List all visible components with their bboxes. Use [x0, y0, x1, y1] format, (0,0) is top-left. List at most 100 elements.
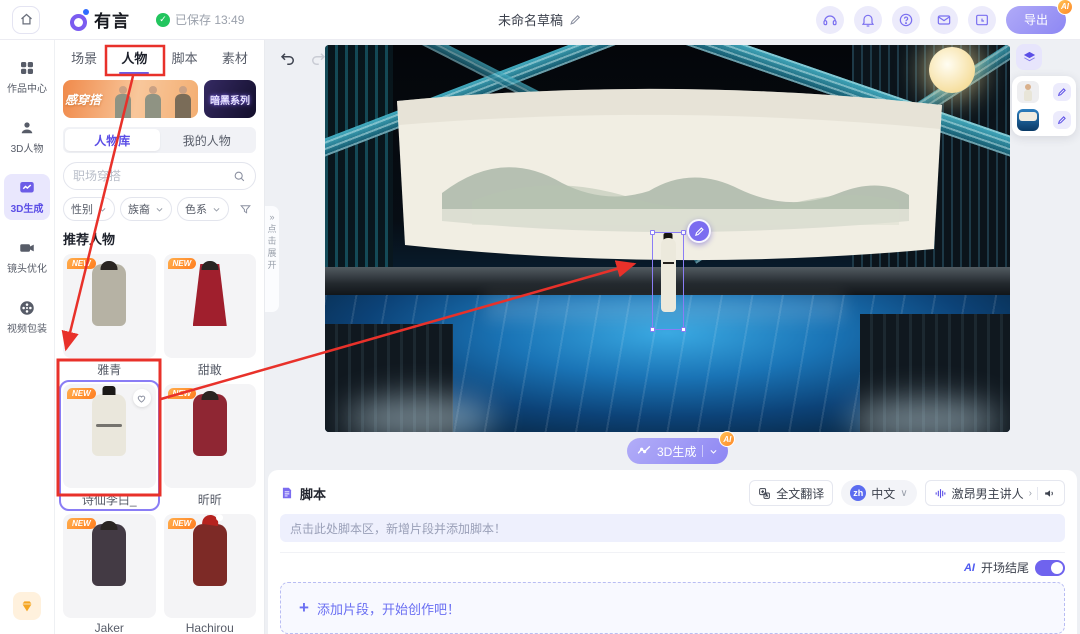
expand-label: 点击展开: [266, 224, 279, 272]
chevron-down-icon: [212, 205, 221, 214]
home-icon: [19, 12, 34, 27]
tab-material[interactable]: 素材: [220, 41, 250, 74]
messages-button[interactable]: [930, 6, 958, 34]
layers-icon: [1022, 50, 1037, 65]
recommended-characters-title: 推荐人物: [63, 229, 256, 248]
membership-gem-button[interactable]: [13, 592, 41, 620]
chevron-right-icon: ›: [1029, 488, 1032, 499]
sidebar-item-3d-generate[interactable]: 3D生成: [4, 174, 50, 220]
search-input[interactable]: [73, 169, 227, 183]
tab-script[interactable]: 脚本: [170, 41, 200, 74]
sidebar-item-label: 3D人物: [11, 140, 44, 155]
banner-outfit-label: 感穿搭: [65, 91, 101, 108]
character-name: 雅青: [63, 361, 156, 377]
layers-button[interactable]: [1016, 44, 1042, 70]
voice-label: 激昂男主讲人: [952, 485, 1024, 502]
character-selection-box[interactable]: [652, 232, 684, 330]
voice-selector[interactable]: 激昂男主讲人 ›: [925, 480, 1065, 506]
character-figure: [187, 394, 233, 486]
library-subtabs: 人物库 我的人物: [63, 127, 256, 153]
translate-button[interactable]: 全文翻译: [749, 480, 833, 506]
chevron-down-icon[interactable]: [709, 447, 718, 456]
person-icon: [18, 119, 36, 137]
sidebar-item-works[interactable]: 作品中心: [4, 54, 50, 100]
plus-icon: +: [299, 598, 309, 618]
tab-scene[interactable]: 场景: [69, 41, 99, 74]
document-title[interactable]: 未命名草稿: [498, 10, 582, 29]
redo-button[interactable]: [307, 48, 329, 70]
funnel-icon: [239, 203, 252, 216]
character-card-tiangan[interactable]: NEW 甜敢: [164, 254, 257, 377]
sidebar-item-camera[interactable]: 镜头优化: [4, 234, 50, 280]
script-title: 脚本: [280, 484, 326, 503]
layer-edit-scene-button[interactable]: [1053, 111, 1071, 129]
new-badge: NEW: [168, 388, 197, 399]
undo-button[interactable]: [277, 48, 299, 70]
grid-icon: [18, 59, 36, 77]
new-badge: NEW: [67, 388, 96, 399]
undo-icon: [279, 50, 297, 68]
help-button[interactable]: [892, 6, 920, 34]
language-selector[interactable]: zh 中文 ∨: [841, 480, 916, 506]
export-button[interactable]: 导出 AI: [1006, 6, 1066, 34]
character-figure: [187, 264, 233, 356]
script-hint-banner[interactable]: 点击此处脚本区，新增片段并添加脚本！: [280, 514, 1065, 542]
intro-outro-toggle[interactable]: [1035, 560, 1065, 576]
drafts-button[interactable]: [968, 6, 996, 34]
export-label: 导出: [1024, 11, 1048, 28]
promo-banners: 感穿搭 暗黑系列: [63, 80, 256, 118]
saved-label: 已保存 13:49: [175, 11, 244, 28]
speaker-icon[interactable]: [1043, 487, 1056, 500]
home-button[interactable]: [12, 6, 40, 34]
banner-dark-series[interactable]: 暗黑系列: [204, 80, 256, 118]
character-card-libai-selected[interactable]: NEW 诗仙李白_: [59, 380, 160, 511]
panel-tabs: 场景 人物 脚本 素材: [55, 40, 264, 74]
sidebar-item-3d-character[interactable]: 3D人物: [4, 114, 50, 160]
sidebar-item-video-package[interactable]: 视频包装: [4, 294, 50, 340]
layer-thumb-character[interactable]: [1017, 81, 1039, 103]
pencil-icon: [1057, 87, 1067, 97]
3d-generate-button[interactable]: 3D生成 AI: [627, 438, 728, 464]
panel-expand-tab[interactable]: » 点击展开: [265, 205, 280, 313]
search-icon[interactable]: [233, 170, 246, 183]
subtab-character-library[interactable]: 人物库: [65, 129, 160, 151]
script-header: 脚本 全文翻译 zh 中文 ∨ 激昂男主讲人 ›: [280, 480, 1065, 506]
filter-funnel-button[interactable]: [234, 198, 256, 220]
add-clip-button[interactable]: + 添加片段，开始创作吧！: [280, 582, 1065, 634]
filter-color[interactable]: 色系: [177, 197, 229, 221]
sidebar-item-label: 镜头优化: [7, 260, 47, 275]
ai-mini-badge: AI: [964, 562, 975, 574]
character-figure: [86, 524, 132, 616]
character-name: 甜敢: [164, 361, 257, 377]
banner-figure: [145, 94, 161, 118]
character-edit-button[interactable]: [687, 219, 711, 243]
sidebar-item-label: 3D生成: [11, 200, 44, 215]
banner-outfit[interactable]: 感穿搭: [63, 80, 198, 118]
chevron-down-icon: ∨: [900, 488, 907, 499]
script-actions: 全文翻译 zh 中文 ∨ 激昂男主讲人 ›: [749, 480, 1065, 506]
character-card-yaqing[interactable]: NEW 雅青: [63, 254, 156, 377]
scene-viewport[interactable]: [325, 45, 1010, 432]
generate-ai-badge: AI: [719, 431, 735, 447]
character-card-hachirou[interactable]: NEW Hachirou: [164, 514, 257, 634]
subtab-my-characters[interactable]: 我的人物: [160, 129, 255, 151]
support-button[interactable]: [816, 6, 844, 34]
edit-title-icon[interactable]: [569, 13, 582, 26]
chevron-down-icon: [98, 205, 107, 214]
character-card-jaker[interactable]: NEW Jaker: [63, 514, 156, 634]
layer-edit-character-button[interactable]: [1053, 83, 1071, 101]
layer-thumb-scene[interactable]: [1017, 109, 1039, 131]
filter-ethnicity[interactable]: 族裔: [120, 197, 172, 221]
character-search[interactable]: [63, 162, 256, 190]
character-card-xinxin[interactable]: NEW 昕昕: [164, 384, 257, 507]
tab-character[interactable]: 人物: [119, 41, 149, 74]
filter-gender[interactable]: 性别: [63, 197, 115, 221]
generate-label: 3D生成: [657, 443, 696, 460]
notifications-button[interactable]: [854, 6, 882, 34]
favorite-heart-icon[interactable]: [133, 389, 151, 407]
document-title-text: 未命名草稿: [498, 10, 563, 29]
asset-panel: 场景 人物 脚本 素材 感穿搭 暗黑系列 人物库 我的人物 性别: [55, 40, 265, 634]
film-reel-icon: [18, 299, 36, 317]
layers-panel: [1012, 76, 1076, 136]
layer-row-scene: [1017, 109, 1071, 131]
